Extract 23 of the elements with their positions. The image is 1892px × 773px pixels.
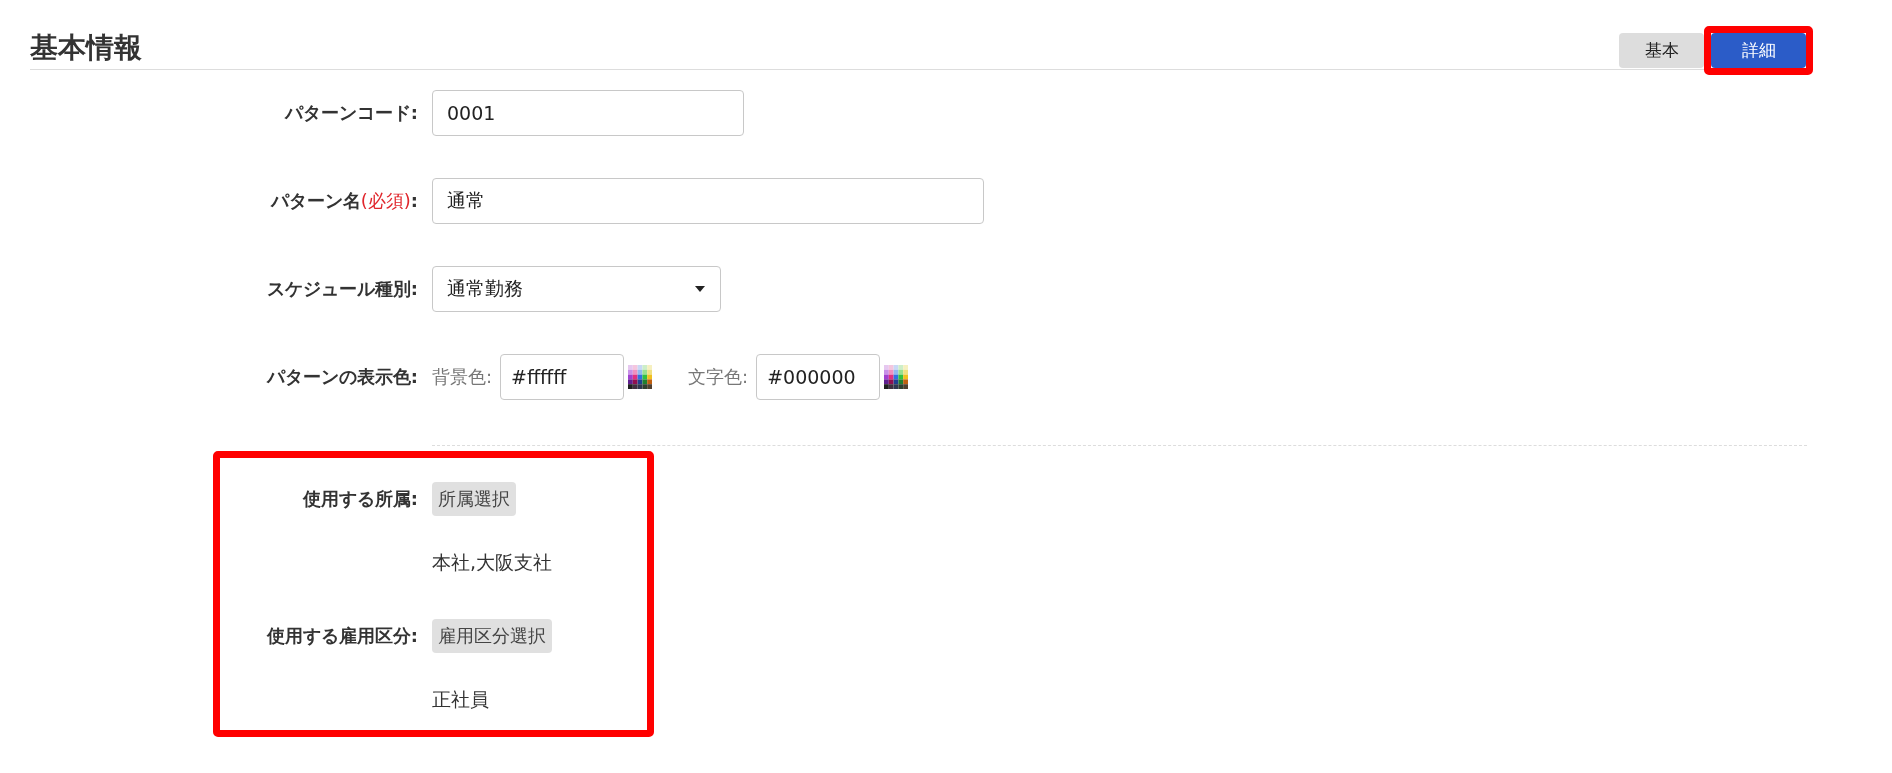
color-code-field[interactable]: #000000 — [756, 354, 881, 400]
text-field[interactable]: 通常 — [432, 178, 984, 224]
select-button[interactable]: 所属選択 — [432, 482, 516, 516]
caret-down-icon — [695, 286, 705, 292]
view-toggle-button[interactable]: 詳細 — [1711, 33, 1806, 68]
color-label: 背景色: — [432, 365, 493, 389]
field-label: パターンの表示色: — [265, 365, 418, 389]
field-label: スケジュール種別: — [265, 277, 418, 301]
view-toggle-button[interactable]: 基本 — [1619, 33, 1704, 68]
text-field[interactable]: 0001 — [432, 90, 744, 136]
color-palette-icon[interactable] — [628, 365, 653, 389]
color-palette-icon[interactable] — [884, 365, 909, 389]
section-title: 基本情報 — [30, 30, 142, 66]
selection-text: 本社,大阪支社 — [432, 550, 553, 575]
selection-text: 正社員 — [432, 687, 489, 712]
color-label: 文字色: — [688, 365, 749, 389]
select-button[interactable]: 雇用区分選択 — [432, 619, 552, 653]
field-label: パターン名(必須): — [269, 189, 418, 213]
field-label: 使用する雇用区分: — [265, 624, 418, 648]
field-label: 使用する所属: — [301, 487, 418, 511]
color-code-field[interactable]: #ffffff — [500, 354, 625, 400]
field-label: パターンコード: — [283, 101, 418, 125]
select-field[interactable]: 通常勤務 — [432, 266, 721, 312]
